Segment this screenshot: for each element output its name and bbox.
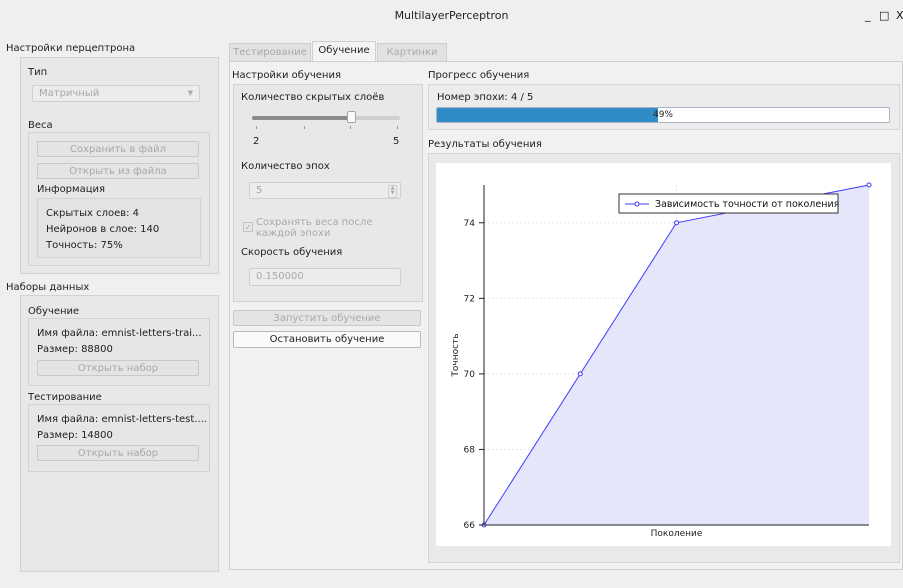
- data-point: [866, 182, 872, 188]
- spinbox-arrows-icon[interactable]: ▲ ▼: [388, 185, 397, 198]
- slider-tick: [256, 126, 257, 129]
- hidden-layers-count-label: Количество скрытых слоёв: [241, 92, 385, 103]
- start-training-button[interactable]: Запустить обучение: [233, 310, 421, 326]
- datasets-title: Наборы данных: [6, 282, 90, 293]
- hidden-layers-info: Скрытых слоев: 4: [46, 208, 140, 219]
- training-set-size: Размер: 88800: [37, 344, 113, 355]
- slider-tick: [397, 126, 398, 129]
- legend-marker: [634, 201, 640, 207]
- epochs-label: Количество эпох: [241, 161, 330, 172]
- open-weights-button[interactable]: Открыть из файла: [37, 163, 199, 179]
- accuracy-info: Точность: 75%: [46, 240, 123, 251]
- learning-rate-value: 0.150000: [256, 271, 304, 282]
- stop-training-button[interactable]: Остановить обучение: [233, 331, 421, 348]
- y-tick-label: 70: [464, 370, 476, 380]
- data-point: [577, 371, 583, 377]
- learning-rate-label: Скорость обучения: [241, 247, 343, 258]
- epoch-number-label: Номер эпохи: 4 / 5: [437, 92, 534, 103]
- accuracy-chart: 66 68 70 72 74 Поколение Точность Зависимость …: [436, 163, 891, 546]
- maximize-button[interactable]: □: [879, 9, 889, 22]
- slider-tick: [304, 126, 305, 129]
- legend-label: Зависимость точности от поколения: [655, 199, 839, 210]
- slider-min-label: 2: [253, 136, 260, 147]
- x-axis-label: Поколение: [651, 529, 703, 539]
- testing-set-size: Размер: 14800: [37, 430, 113, 441]
- save-weights-button[interactable]: Сохранить в файл: [37, 141, 199, 157]
- y-tick-label: 74: [464, 219, 476, 229]
- open-training-set-button[interactable]: Открыть набор: [37, 360, 199, 376]
- minimize-button[interactable]: _: [865, 9, 871, 22]
- chevron-down-icon: ▼: [187, 89, 193, 97]
- window-title: MultilayerPerceptron: [394, 9, 509, 22]
- testing-file-name: Имя файла: emnist-letters-test....: [37, 414, 207, 425]
- training-settings-title: Настройки обучения: [232, 70, 341, 81]
- slider-tick: [350, 126, 351, 129]
- tab-images[interactable]: Картинки: [377, 43, 447, 61]
- y-tick-label: 68: [464, 445, 476, 455]
- type-label: Тип: [28, 67, 48, 78]
- info-label: Информация: [37, 184, 106, 195]
- perceptron-settings-title: Настройки перцептрона: [6, 43, 136, 54]
- tab-training[interactable]: Обучение: [312, 41, 376, 62]
- testing-set-label: Тестирование: [28, 392, 102, 403]
- epochs-spinbox[interactable]: 5 ▲ ▼: [249, 182, 401, 199]
- slider-max-label: 5: [393, 136, 400, 147]
- progress-title: Прогресс обучения: [428, 70, 530, 81]
- save-weights-checkbox-label: Сохранять веса после каждой эпохи: [256, 217, 373, 239]
- save-weights-checkbox[interactable]: ✓: [243, 222, 253, 232]
- weights-label: Веса: [28, 120, 53, 131]
- y-axis-label: Точность: [451, 333, 461, 377]
- learning-rate-input[interactable]: 0.150000: [249, 268, 401, 286]
- y-tick-label: 72: [464, 294, 475, 304]
- epochs-spinbox-value: 5: [256, 185, 263, 196]
- type-select[interactable]: Матричный ▼: [32, 85, 200, 102]
- neurons-info: Нейронов в слое: 140: [46, 224, 160, 235]
- data-point: [674, 220, 679, 226]
- training-progress-bar: 49%: [436, 107, 890, 123]
- tab-testing[interactable]: Тестирование: [229, 43, 311, 61]
- training-file-name: Имя файла: emnist-letters-trai...: [37, 328, 202, 339]
- progress-percent-text: 49%: [652, 110, 673, 120]
- type-select-value: Матричный: [39, 88, 100, 99]
- close-button[interactable]: X: [896, 9, 903, 22]
- y-tick-label: 66: [464, 521, 476, 531]
- hidden-layers-slider-handle[interactable]: [346, 111, 356, 123]
- training-set-label: Обучение: [28, 306, 80, 317]
- hidden-layers-slider-fill: [252, 116, 351, 120]
- results-title: Результаты обучения: [428, 139, 542, 150]
- open-testing-set-button[interactable]: Открыть набор: [37, 445, 199, 461]
